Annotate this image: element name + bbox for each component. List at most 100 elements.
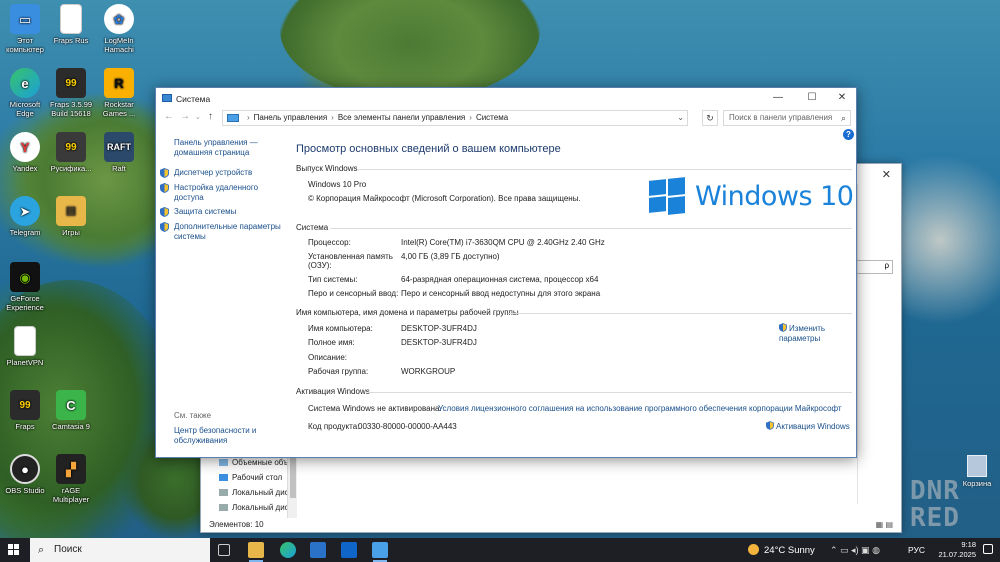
desktop-icon-this-pc[interactable]: ▭ Этот компьютер — [2, 4, 48, 54]
control-panel-home-link[interactable]: Панель управления — домашняя страница — [174, 138, 274, 158]
breadcrumb-chevron-icon: › — [469, 113, 472, 122]
desktop-icon-label: Raft — [112, 164, 126, 173]
security-center-link[interactable]: Центр безопасности и обслуживания — [174, 426, 274, 446]
nav-item-3d-objects[interactable]: Объемные объе — [219, 458, 293, 467]
chevron-down-icon[interactable]: ⌄ — [677, 111, 684, 125]
desktop-icon-geforce[interactable]: ◉ GeForce Experience — [2, 262, 48, 312]
explorer-nav-pane: Объемные объе Рабочий стол Локальный дис… — [201, 456, 297, 518]
desktop-icon-yandex[interactable]: Y Yandex — [2, 132, 48, 173]
search-input[interactable]: Поиск в панели управления ⌕ — [723, 110, 851, 126]
workgroup-label: Рабочая группа: — [308, 367, 369, 376]
input-language[interactable]: РУС — [908, 545, 925, 555]
file-icon — [60, 4, 82, 34]
weather-widget[interactable]: 24°C Sunny — [748, 544, 815, 556]
close-button[interactable]: ✕ — [830, 91, 854, 105]
advanced-settings-link[interactable]: Дополнительные параметры системы — [160, 222, 282, 242]
page-title: Просмотр основных сведений о вашем компь… — [296, 143, 561, 155]
device-manager-link[interactable]: Диспетчер устройств — [160, 168, 274, 178]
system-window[interactable]: Система — ☐ ✕ ← → ⌄ ↑ › Панель управления… — [155, 87, 857, 458]
notifications-icon[interactable] — [983, 544, 993, 554]
edge-icon[interactable] — [280, 542, 296, 558]
desktop-icon-planetvpn[interactable]: PlanetVPN — [2, 326, 48, 367]
license-terms-link[interactable]: Условия лицензионного соглашения на испо… — [438, 404, 842, 413]
shield-icon — [779, 323, 787, 332]
scrollbar-thumb[interactable] — [290, 458, 296, 498]
control-panel-icon[interactable] — [372, 542, 388, 558]
task-view-icon[interactable] — [218, 544, 230, 556]
store-icon[interactable] — [310, 542, 326, 558]
rockstar-icon: R — [104, 68, 134, 98]
product-key-value: 00330-80000-00000-AA443 — [358, 422, 457, 431]
refresh-button[interactable]: ↻ — [702, 110, 718, 126]
up-arrow-icon[interactable]: ↑ — [208, 111, 213, 122]
explorer-close-button[interactable]: ✕ — [882, 168, 891, 181]
desktop-icon-label: Telegram — [9, 228, 41, 237]
pen-touch-label: Перо и сенсорный ввод: — [308, 289, 399, 298]
minimize-button[interactable]: — — [766, 91, 790, 105]
nav-item-drive-d[interactable]: Локальный дис — [219, 503, 289, 512]
desktop-icon-camtasia[interactable]: C Camtasia 9 — [48, 390, 94, 431]
see-also-heading: См. также — [174, 411, 212, 420]
activate-windows-link[interactable]: Активация Windows — [766, 421, 850, 432]
desktop-icon-rusifikator[interactable]: 99 Русифика... — [48, 132, 94, 173]
clock[interactable]: 9:18 21.07.2025 — [928, 540, 976, 560]
nav-item-drive-c[interactable]: Локальный дис — [219, 488, 289, 497]
explorer-status-bar: Элементов: 10 — [209, 520, 264, 529]
title-bar[interactable]: Система — ☐ ✕ — [156, 88, 856, 108]
system-tray[interactable]: ⌃ ▭ ◂) ▣ ◍ — [830, 545, 880, 556]
desktop-icon-label: Игры — [62, 228, 80, 237]
left-pane: Панель управления — домашняя страница Ди… — [156, 128, 284, 458]
breadcrumb[interactable]: › Панель управления › Все элементы панели у… — [222, 110, 688, 126]
processor-value: Intel(R) Core(TM) i7-3630QM CPU @ 2.40GH… — [401, 238, 605, 247]
desktop-icon-hamachi[interactable]: ✿ LogMeIn Hamachi — [96, 4, 142, 54]
desktop-icon-edge[interactable]: e Microsoft Edge — [2, 68, 48, 118]
geforce-icon: ◉ — [10, 262, 40, 292]
desktop-icon-fraps[interactable]: 99 Fraps — [2, 390, 48, 431]
explorer-search-input[interactable]: ρ — [855, 260, 893, 274]
desktop-icon-fraps-rus[interactable]: Fraps Rus — [48, 4, 94, 45]
desktop-icon-fraps-build[interactable]: 99 Fraps 3.5.99 Build 15618 — [48, 68, 94, 118]
outlook-icon[interactable] — [341, 542, 357, 558]
forward-arrow-icon[interactable]: → — [180, 111, 190, 122]
desktop-icon-raft[interactable]: RAFT Raft — [96, 132, 142, 173]
desktop-icon-label: OBS Studio — [5, 486, 45, 495]
desktop-icon-obs[interactable]: ● OBS Studio — [2, 454, 48, 495]
breadcrumb-item[interactable]: Панель управления — [254, 113, 328, 122]
weather-text: 24°C Sunny — [764, 545, 815, 556]
maximize-button[interactable]: ☐ — [800, 91, 824, 105]
desktop-icon-recycle-bin[interactable]: Корзина — [955, 455, 999, 488]
raft-icon: RAFT — [104, 132, 134, 162]
section-computer-title: Имя компьютера, имя домена и параметры р… — [296, 308, 519, 317]
start-button[interactable] — [8, 544, 20, 556]
section-edition-title: Выпуск Windows — [296, 164, 358, 173]
nav-scrollbar[interactable] — [287, 456, 297, 518]
link-label: Активация Windows — [776, 422, 850, 431]
product-key-label: Код продукта: — [308, 422, 360, 431]
recycle-bin-icon — [967, 455, 987, 477]
this-pc-icon: ▭ — [10, 4, 40, 34]
edition-copyright: © Корпорация Майкрософт (Microsoft Corpo… — [308, 194, 581, 203]
taskbar-search[interactable]: ⌕ Поиск — [30, 538, 210, 562]
search-icon: ⌕ — [38, 544, 45, 556]
desktop-icon-label: rAGE Multiplayer — [52, 486, 90, 504]
system-type-label: Тип системы: — [308, 275, 358, 284]
desktop-icon-rockstar[interactable]: R Rockstar Games ... — [96, 68, 142, 118]
back-arrow-icon[interactable]: ← — [164, 111, 174, 122]
desktop-icon-games[interactable]: ▤ Игры — [48, 196, 94, 237]
chevron-down-icon[interactable]: ⌄ — [195, 113, 201, 121]
change-settings-link[interactable]: Изменить параметры — [779, 323, 839, 344]
pen-touch-value: Перо и сенсорный ввод недоступны для это… — [401, 289, 601, 298]
desktop-icon-label: Fraps — [15, 422, 35, 431]
nav-item-desktop[interactable]: Рабочий стол — [219, 473, 282, 482]
yandex-icon: Y — [10, 132, 40, 162]
system-protection-link[interactable]: Защита системы — [160, 207, 274, 217]
breadcrumb-item[interactable]: Все элементы панели управления — [338, 113, 465, 122]
breadcrumb-item[interactable]: Система — [476, 113, 508, 122]
view-mode-icons[interactable]: ▦ ▤ — [876, 520, 893, 529]
desktop-icon-telegram[interactable]: ➤ Telegram — [2, 196, 48, 237]
desktop-icon-label: Microsoft Edge — [9, 100, 41, 118]
desktop-icon-rage[interactable]: ▞ rAGE Multiplayer — [48, 454, 94, 504]
file-explorer-icon[interactable] — [248, 542, 264, 558]
breadcrumb-chevron-icon: › — [331, 113, 334, 122]
remote-settings-link[interactable]: Настройка удаленного доступа — [160, 183, 274, 203]
